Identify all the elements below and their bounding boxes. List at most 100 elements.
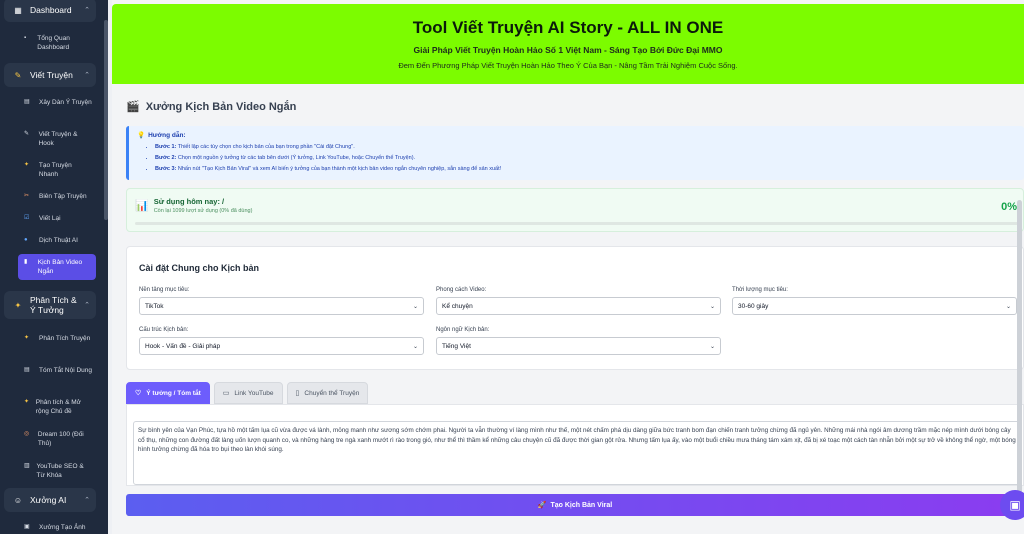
sidebar-section-label: Dashboard — [30, 5, 72, 15]
usage-title: Sử dụng hôm nay: / — [153, 197, 225, 206]
lightbulb-icon: ♡ — [135, 390, 142, 397]
guide-step: Bước 3: Nhấn nút "Tạo Kịch Bản Viral" và… — [155, 164, 1016, 175]
chevron-up-icon: ⌃ — [84, 302, 90, 309]
sidebar-item-xuong-tao-anh[interactable]: ▣ Xưởng Tạo Ảnh — [18, 519, 96, 534]
sidebar-item-label: Viết Truyện & Hook — [38, 131, 78, 147]
clapperboard-icon: 🎬 — [126, 101, 140, 113]
guide-step-text: Thiết lập các tùy chọn cho kịch bản của … — [176, 144, 355, 150]
tab-label: Ý tưởng / Tóm tắt — [146, 389, 201, 397]
sidebar-section-viet-truyen[interactable]: ✎ Viết Truyện ⌃ — [4, 63, 96, 87]
sidebar-item-mo-rong-chu-de[interactable]: ✦ Phân tích & Mở rộng Chủ đề — [18, 394, 96, 420]
platform-field: Nền tảng mục tiêu: TikTok ⌄ — [139, 287, 424, 315]
sidebar-section-dashboard[interactable]: ▦ Dashboard ⌃ — [4, 0, 96, 22]
sidebar-item-label: YouTube SEO & Từ Khóa — [36, 463, 84, 479]
sidebar-item-viet-lai[interactable]: ☑ Viết Lại — [18, 210, 96, 227]
chevron-down-icon: ⌄ — [412, 343, 418, 350]
guide-step: Bước 1: Thiết lập các tùy chọn cho kịch … — [155, 142, 1016, 153]
guide-step-label: Bước 3: — [155, 166, 177, 172]
platform-value: TikTok — [145, 302, 164, 310]
target-icon: ◎ — [24, 431, 30, 437]
guide-step-text: Chọn một nguồn ý tưởng từ các tab bên dư… — [176, 155, 416, 161]
sparkle-icon: ✦ — [24, 399, 30, 405]
sidebar-item-kich-ban-video[interactable]: ▮ Kịch Bản Video Ngắn — [18, 254, 96, 280]
platform-label: Nền tảng mục tiêu: — [139, 287, 190, 293]
chevron-up-icon: ⌃ — [84, 497, 90, 504]
guide-step: Bước 2: Chọn một nguồn ý tưởng từ các ta… — [155, 153, 1016, 164]
image-icon: ▣ — [24, 524, 30, 530]
structure-select[interactable]: Hook - Vấn đề - Giải pháp ⌄ — [139, 337, 424, 355]
robot-icon: ☺ — [13, 495, 23, 505]
guide-box: 💡 Hướng dẫn: Bước 1: Thiết lập các tùy c… — [126, 126, 1024, 180]
tab-label: Chuyển thể Truyện — [304, 389, 360, 397]
document-icon: ▤ — [24, 367, 30, 373]
sidebar-item-youtube-seo[interactable]: ▥ YouTube SEO & Từ Khóa — [18, 458, 96, 484]
edit-icon: ✎ — [24, 131, 30, 137]
create-script-button[interactable]: 🚀 Tạo Kịch Bản Viral — [126, 494, 1024, 516]
chat-button[interactable]: ▣ — [1000, 490, 1024, 520]
language-value: Tiếng Việt — [442, 342, 471, 350]
hero-tagline: Đem Đến Phương Pháp Viết Truyện Hoàn Hảo… — [398, 61, 738, 70]
rocket-icon: 🚀 — [537, 502, 547, 509]
sidebar-item-label: Viết Lại — [39, 215, 61, 222]
sidebar-item-label: Phân Tích Truyện — [39, 335, 91, 342]
language-select[interactable]: Tiếng Việt ⌄ — [436, 337, 721, 355]
guide-step-label: Bước 1: — [155, 144, 177, 150]
lightbulb-icon: 💡 — [137, 132, 146, 139]
chevron-up-icon: ⌃ — [84, 7, 90, 14]
language-label: Ngôn ngữ Kịch bản: — [436, 327, 490, 333]
chevron-up-icon: ⌃ — [84, 72, 90, 79]
sidebar-item-tom-tat[interactable]: ▤ Tóm Tắt Nội Dung — [18, 362, 96, 379]
sidebar-section-phan-tich[interactable]: ✦ Phân Tích & Ý Tưởng ⌃ — [4, 291, 96, 319]
settings-card: Cài đặt Chung cho Kịch bản Nền tảng mục … — [126, 246, 1024, 370]
style-field: Phong cách Video: Kể chuyện ⌄ — [436, 287, 721, 315]
sidebar-item-label: Dịch Thuật AI — [39, 237, 78, 244]
settings-title: Cài đặt Chung cho Kịch bản — [139, 263, 260, 273]
book-icon: ▯ — [295, 390, 300, 397]
page-title-text: Xưởng Kịch Bản Video Ngắn — [145, 100, 297, 113]
hero-subtitle: Giải Pháp Viết Truyện Hoàn Hảo Số 1 Việt… — [413, 45, 723, 55]
sidebar-item-viet-truyen-hook[interactable]: ✎ Viết Truyện & Hook — [18, 126, 96, 152]
sidebar-item-label: Kịch Bản Video Ngắn — [37, 259, 83, 275]
tab-idea-summary[interactable]: ♡ Ý tưởng / Tóm tắt — [126, 382, 210, 404]
sidebar-item-tao-truyen-nhanh[interactable]: ✦ Tạo Truyện Nhanh — [18, 157, 96, 183]
sidebar-section-label: Viết Truyện — [30, 70, 73, 80]
guide-step-text: Nhấn nút "Tạo Kịch Bản Viral" và xem AI … — [176, 166, 502, 172]
tab-label: Link YouTube — [234, 389, 274, 397]
dashboard-icon: ▦ — [14, 5, 22, 15]
story-panel: Sự bình yên của Vạn Phúc, tựa hồ một tấm… — [126, 404, 1024, 486]
tab-youtube-link[interactable]: ▭ Link YouTube — [213, 382, 283, 404]
sidebar-section-label: Phân Tích & Ý Tưởng — [30, 295, 77, 315]
tab-story-adapt[interactable]: ▯ Chuyển thể Truyện — [286, 382, 369, 404]
usage-percent: 0% — [1001, 201, 1017, 213]
sidebar-item-phan-tich-truyen[interactable]: ✦ Phân Tích Truyện — [18, 330, 96, 347]
sparkle-icon: ✦ — [14, 300, 22, 310]
sidebar-item-label: Tóm Tắt Nội Dung — [39, 367, 92, 374]
sidebar-item-dream-100[interactable]: ◎ Dream 100 (Đối Thủ) — [18, 426, 96, 452]
clapperboard-icon: ▮ — [24, 259, 28, 265]
platform-select[interactable]: TikTok ⌄ — [139, 297, 424, 315]
duration-select[interactable]: 30-60 giây ⌄ — [732, 297, 1017, 315]
sidebar-item-label: Tổng Quan Dashboard — [37, 35, 70, 51]
sidebar-scrollbar[interactable] — [104, 20, 108, 220]
checkbox-icon: ☑ — [24, 215, 30, 221]
language-field: Ngôn ngữ Kịch bản: Tiếng Việt ⌄ — [436, 327, 721, 355]
duration-value: 30-60 giây — [738, 302, 769, 310]
sidebar-item-label: Phân tích & Mở rộng Chủ đề — [35, 399, 81, 415]
guide-title: 💡 Hướng dẫn: — [137, 131, 1016, 140]
story-textarea[interactable]: Sự bình yên của Vạn Phúc, tựa hồ một tấm… — [133, 421, 1021, 485]
sidebar-section-xuong-ai[interactable]: ☺ Xưởng AI ⌃ — [4, 488, 96, 512]
style-select[interactable]: Kể chuyện ⌄ — [436, 297, 721, 315]
usage-progress-bar — [135, 222, 1019, 225]
sidebar-item-label: Tạo Truyện Nhanh — [38, 162, 72, 178]
sidebar: ▦ Dashboard ⌃ ▪ Tổng Quan Dashboard ✎ Vi… — [0, 0, 108, 534]
style-label: Phong cách Video: — [436, 287, 487, 293]
sidebar-item-dich-thuat[interactable]: ● Dịch Thuật AI — [18, 232, 96, 249]
app-title: Tool Viết Truyện AI Story - ALL IN ONE — [412, 18, 724, 37]
sidebar-item-bien-tap[interactable]: ✂ Biên Tập Truyện — [18, 188, 96, 205]
main-scrollbar[interactable] — [1017, 200, 1022, 500]
duration-field: Thời lượng mục tiêu: 30-60 giây ⌄ — [732, 287, 1017, 315]
sidebar-item-tong-quan[interactable]: ▪ Tổng Quan Dashboard — [18, 30, 96, 56]
guide-title-text: Hướng dẫn: — [148, 131, 186, 139]
usage-remaining: Còn lại 1099 lượt sử dụng (0% đã dùng) — [153, 208, 253, 214]
sidebar-item-xay-dan-y[interactable]: ▤ Xây Dàn Ý Truyện — [18, 94, 96, 111]
